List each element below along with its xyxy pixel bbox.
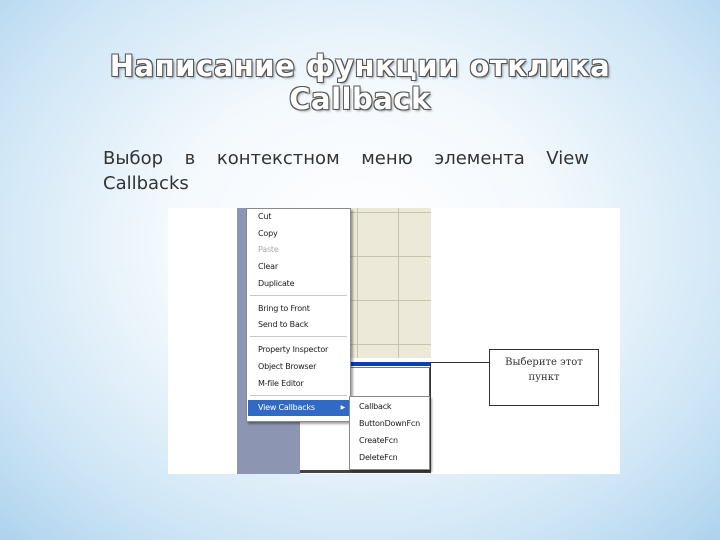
slide-title-line-1: Написание функции отклика [109,49,611,83]
callout-leader-line [430,362,490,363]
context-menu: Cut Copy Paste Clear Duplicate Bring to … [246,208,351,422]
callout-box: Выберите этот пункт [489,349,599,406]
menu-item-cut[interactable]: Cut [248,209,349,225]
menu-separator [250,395,347,396]
menu-item-duplicate[interactable]: Duplicate [248,276,349,292]
menu-item-property-inspector[interactable]: Property Inspector [248,342,349,358]
callout-text-line-1: Выберите этот [505,357,583,368]
layout-grid [349,208,431,358]
submenu-item-callback[interactable]: Callback [351,399,428,415]
view-callbacks-submenu: Callback ButtonDownFcn CreateFcn DeleteF… [349,396,430,470]
component-frame-bottom [300,470,431,473]
menu-item-mfile-editor[interactable]: M-file Editor [248,376,349,392]
menu-item-send-to-back[interactable]: Send to Back [248,317,349,333]
menu-item-copy[interactable]: Copy [248,226,349,242]
callout-text-line-2: пункт [528,372,560,383]
menu-item-bring-to-front[interactable]: Bring to Front [248,301,349,317]
menu-item-paste[interactable]: Paste [248,242,349,258]
screenshot-figure: Cut Copy Paste Clear Duplicate Bring to … [168,208,620,474]
submenu-item-buttondownfcn[interactable]: ButtonDownFcn [351,416,428,432]
menu-item-view-callbacks-label: View Callbacks [258,403,315,412]
menu-separator [250,295,347,296]
callout-leader-line-vertical [430,362,431,470]
menu-item-clear[interactable]: Clear [248,259,349,275]
submenu-item-createfcn[interactable]: CreateFcn [351,433,428,449]
submenu-item-deletefcn[interactable]: DeleteFcn [351,450,428,466]
submenu-arrow-icon: ▶ [340,404,346,411]
slide-body-text: Выбор в контекстном меню элемента View C… [103,148,589,194]
menu-item-view-callbacks[interactable]: View Callbacks ▶ [248,400,349,416]
menu-item-object-browser[interactable]: Object Browser [248,359,349,375]
menu-separator [250,336,347,337]
slide-title-line-2: Callback [289,82,431,116]
slide-title: Написание функции отклика Callback [0,50,720,116]
